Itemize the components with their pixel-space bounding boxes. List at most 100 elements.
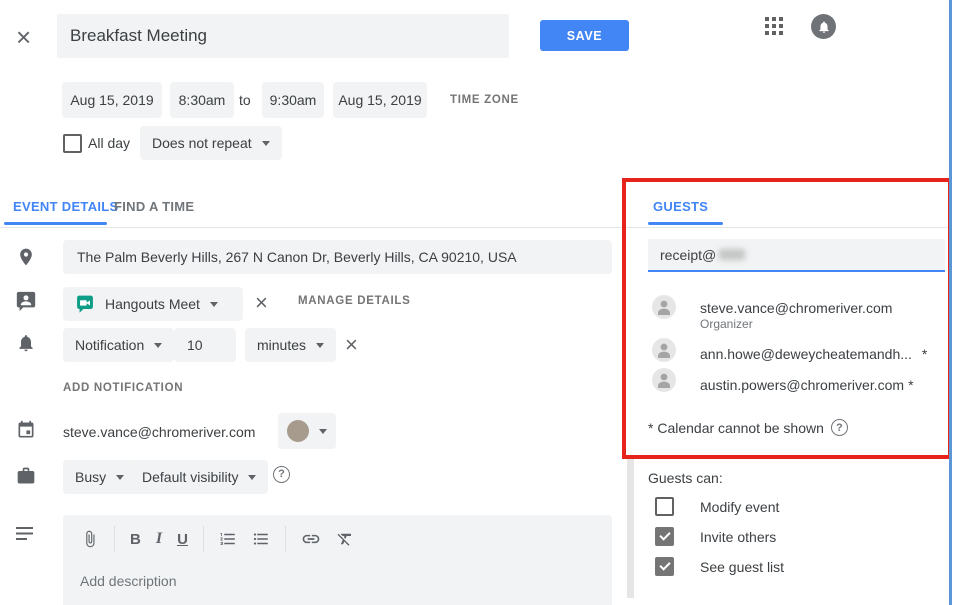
guest-avatar xyxy=(652,295,676,319)
clear-formatting-icon[interactable] xyxy=(336,530,354,548)
location-input[interactable]: The Palm Beverly Hills, 267 N Canon Dr, … xyxy=(63,240,612,274)
remove-notification-icon[interactable]: × xyxy=(345,334,358,356)
chevron-down-icon xyxy=(210,302,218,307)
start-time-button[interactable]: 8:30am xyxy=(170,82,234,118)
conference-contact-icon xyxy=(15,290,37,312)
numbered-list-icon[interactable] xyxy=(219,530,237,548)
notification-type-value: Notification xyxy=(75,337,144,353)
see-guest-list-label: See guest list xyxy=(700,559,784,575)
start-time-value: 8:30am xyxy=(179,92,226,108)
notification-count-value: 10 xyxy=(187,337,203,353)
guest-email: ann.howe@deweycheatemandh... xyxy=(700,346,912,362)
see-guest-list-checkbox[interactable] xyxy=(655,557,674,576)
italic-icon[interactable]: I xyxy=(156,530,162,548)
end-date-button[interactable]: Aug 15, 2019 xyxy=(333,82,427,118)
bold-icon[interactable]: B xyxy=(130,531,141,548)
guests-scrollbar[interactable] xyxy=(627,455,634,598)
apps-grid-icon[interactable] xyxy=(765,17,783,35)
guest-avatar xyxy=(652,338,676,362)
invite-others-label: Invite others xyxy=(700,529,776,545)
remove-conference-icon[interactable]: × xyxy=(255,292,268,314)
close-icon[interactable]: × xyxy=(16,24,31,50)
start-date-value: Aug 15, 2019 xyxy=(70,92,153,108)
event-color-dropdown[interactable] xyxy=(278,413,336,449)
annotation-highlight-box xyxy=(622,178,952,459)
guests-tab-underline xyxy=(648,222,723,225)
manage-details-link[interactable]: MANAGE DETAILS xyxy=(298,295,410,307)
description-placeholder: Add description xyxy=(63,552,612,589)
toolbar-divider xyxy=(285,526,286,552)
all-day-label: All day xyxy=(88,135,130,151)
guest-row[interactable]: austin.powers@chromeriver.com* xyxy=(700,377,914,393)
attachment-paperclip-icon[interactable] xyxy=(81,530,99,548)
start-date-button[interactable]: Aug 15, 2019 xyxy=(62,82,162,118)
notifications-bell-icon[interactable] xyxy=(811,14,836,39)
guest-email: steve.vance@chromeriver.com xyxy=(700,300,892,316)
invite-others-checkbox[interactable] xyxy=(655,527,674,546)
add-guests-value: receipt@ xyxy=(660,247,716,263)
notification-unit-dropdown[interactable]: minutes xyxy=(245,328,336,362)
calendar-owner-value: steve.vance@chromeriver.com xyxy=(63,424,255,440)
chevron-down-icon xyxy=(248,475,256,480)
repeat-dropdown[interactable]: Does not repeat xyxy=(140,126,282,160)
window-edge-line xyxy=(949,0,952,605)
toolbar-divider xyxy=(114,526,115,552)
end-time-value: 9:30am xyxy=(270,92,317,108)
notification-count-input[interactable]: 10 xyxy=(174,328,236,362)
hangouts-meet-icon xyxy=(75,294,95,314)
visibility-value: Default visibility xyxy=(142,469,238,485)
chevron-down-icon xyxy=(316,343,324,348)
calendar-icon xyxy=(16,420,36,440)
save-button[interactable]: SAVE xyxy=(540,20,629,51)
modify-event-label: Modify event xyxy=(700,499,779,515)
description-lines-icon xyxy=(16,527,34,541)
guest-email: austin.powers@chromeriver.com xyxy=(700,377,904,393)
visibility-dropdown[interactable]: Default visibility xyxy=(130,460,268,494)
calendar-footnote-text: * Calendar cannot be shown xyxy=(648,420,824,436)
chevron-down-icon xyxy=(262,141,270,146)
footnote-help-icon[interactable]: ? xyxy=(831,419,848,436)
save-button-label: SAVE xyxy=(567,29,603,43)
notification-unit-value: minutes xyxy=(257,337,306,353)
add-notification-link[interactable]: ADD NOTIFICATION xyxy=(63,382,183,394)
end-time-button[interactable]: 9:30am xyxy=(262,82,324,118)
guest-row[interactable]: ann.howe@deweycheatemandh...* xyxy=(700,346,927,362)
visibility-help-icon[interactable]: ? xyxy=(273,464,290,483)
tab-find-a-time[interactable]: FIND A TIME xyxy=(114,199,194,214)
conference-value: Hangouts Meet xyxy=(105,296,200,312)
calendar-footnote: * Calendar cannot be shown ? xyxy=(648,419,848,436)
conference-dropdown[interactable]: Hangouts Meet xyxy=(63,287,243,321)
chevron-down-icon xyxy=(116,475,124,480)
insert-link-icon[interactable] xyxy=(301,529,321,549)
active-tab-underline xyxy=(4,222,107,225)
underline-icon[interactable]: U xyxy=(177,531,188,548)
location-pin-icon xyxy=(16,247,36,267)
tabbar-divider xyxy=(0,227,950,228)
guest-role: Organizer xyxy=(700,317,753,331)
notification-type-dropdown[interactable]: Notification xyxy=(63,328,174,362)
event-title-input[interactable]: Breakfast Meeting xyxy=(57,14,509,58)
event-color-swatch xyxy=(287,420,309,442)
event-title-value: Breakfast Meeting xyxy=(70,26,207,46)
guest-avatar xyxy=(652,368,676,392)
add-guests-input[interactable]: receipt@ xyxy=(648,239,945,272)
busy-status-dropdown[interactable]: Busy xyxy=(63,460,136,494)
guest-row[interactable]: steve.vance@chromeriver.com xyxy=(700,300,900,316)
tab-guests[interactable]: GUESTS xyxy=(653,199,708,214)
briefcase-icon xyxy=(16,466,36,486)
toolbar-divider xyxy=(203,526,204,552)
description-box[interactable]: B I U Add description xyxy=(63,515,612,605)
busy-status-value: Busy xyxy=(75,469,106,485)
modify-event-checkbox[interactable] xyxy=(655,497,674,516)
redacted-text xyxy=(719,249,745,260)
end-date-value: Aug 15, 2019 xyxy=(338,92,421,108)
description-toolbar: B I U xyxy=(63,515,612,552)
all-day-checkbox[interactable] xyxy=(63,134,82,153)
reminder-bell-icon xyxy=(16,333,36,353)
chevron-down-icon xyxy=(319,429,327,434)
bulleted-list-icon[interactable] xyxy=(252,530,270,548)
repeat-value: Does not repeat xyxy=(152,135,252,151)
tab-event-details[interactable]: EVENT DETAILS xyxy=(13,199,119,214)
guest-asterisk: * xyxy=(908,377,913,393)
time-zone-link[interactable]: TIME ZONE xyxy=(450,94,519,106)
